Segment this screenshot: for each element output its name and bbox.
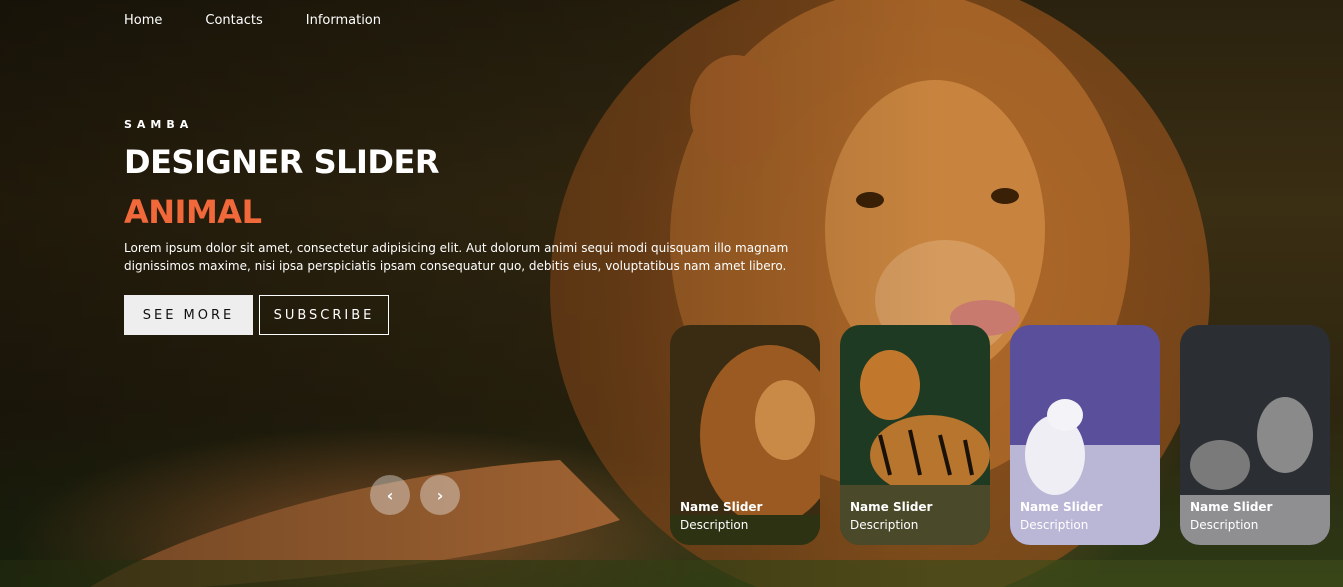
slide-title: DESIGNER SLIDER [124,143,439,181]
thumbnail-name: Name Slider [680,500,763,514]
thumbnail-wolves[interactable]: Name Slider Description [1180,325,1330,545]
slide-description: Lorem ipsum dolor sit amet, consectetur … [124,241,789,273]
thumbnail-arctic-fox[interactable]: Name Slider Description [1010,325,1160,545]
nav-contacts-link[interactable]: Contacts [205,13,262,28]
thumbnail-description: Description [1190,518,1259,532]
nav-home-link[interactable]: Home [124,13,162,28]
thumbnail-list: Name Slider Description Name Slider Desc… [670,325,1330,545]
subscribe-button[interactable]: SUBSCRIBE [259,295,389,335]
hero-slide: Home Contacts Information SAMBA DESIGNER… [0,0,1343,587]
thumbnail-tiger[interactable]: Name Slider Description [840,325,990,545]
chevron-left-icon: ‹ [386,485,394,505]
see-more-button[interactable]: SEE MORE [124,295,253,335]
slide-content: SAMBA DESIGNER SLIDER ANIMAL Lorem ipsum… [124,118,814,335]
main-nav: Home Contacts Information [124,13,381,28]
prev-button[interactable]: ‹ [370,475,410,515]
slider-arrows: ‹ › [370,475,460,515]
thumbnail-name: Name Slider [850,500,933,514]
thumbnail-description: Description [850,518,919,532]
thumbnail-name: Name Slider [1020,500,1103,514]
chevron-right-icon: › [436,485,444,505]
thumbnail-lion[interactable]: Name Slider Description [670,325,820,545]
thumbnail-description: Description [1020,518,1089,532]
next-button[interactable]: › [420,475,460,515]
thumbnail-description: Description [680,518,749,532]
thumbnail-name: Name Slider [1190,500,1273,514]
nav-information-link[interactable]: Information [306,13,381,28]
slide-topic: ANIMAL [124,193,262,231]
slide-author: SAMBA [124,118,194,131]
